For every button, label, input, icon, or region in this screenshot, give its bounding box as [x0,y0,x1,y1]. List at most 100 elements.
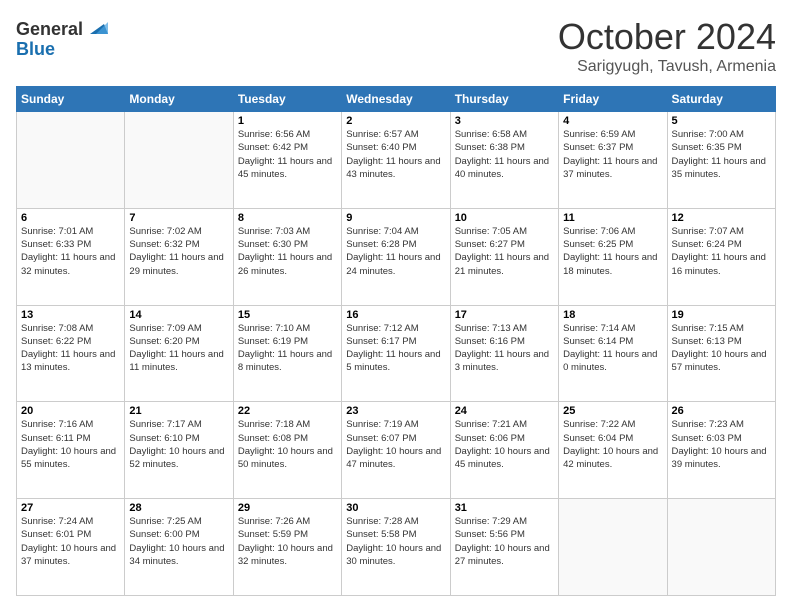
day-number: 30 [346,502,445,514]
day-detail: Sunrise: 7:25 AMSunset: 6:00 PMDaylight:… [129,515,228,568]
calendar-cell: 21Sunrise: 7:17 AMSunset: 6:10 PMDayligh… [125,402,233,499]
day-detail: Sunrise: 7:24 AMSunset: 6:01 PMDaylight:… [21,515,120,568]
day-detail: Sunrise: 6:59 AMSunset: 6:37 PMDaylight:… [563,128,662,181]
day-detail: Sunrise: 6:56 AMSunset: 6:42 PMDaylight:… [238,128,337,181]
day-detail: Sunrise: 7:21 AMSunset: 6:06 PMDaylight:… [455,418,554,471]
day-number: 13 [21,309,120,321]
day-number: 26 [672,405,771,417]
calendar-cell: 15Sunrise: 7:10 AMSunset: 6:19 PMDayligh… [233,305,341,402]
day-number: 5 [672,115,771,127]
day-number: 17 [455,309,554,321]
day-number: 4 [563,115,662,127]
calendar-cell: 3Sunrise: 6:58 AMSunset: 6:38 PMDaylight… [450,112,558,209]
calendar-cell: 22Sunrise: 7:18 AMSunset: 6:08 PMDayligh… [233,402,341,499]
calendar-cell: 29Sunrise: 7:26 AMSunset: 5:59 PMDayligh… [233,499,341,596]
col-sunday: Sunday [17,87,125,112]
calendar-week-4: 27Sunrise: 7:24 AMSunset: 6:01 PMDayligh… [17,499,776,596]
day-number: 16 [346,309,445,321]
calendar-cell: 23Sunrise: 7:19 AMSunset: 6:07 PMDayligh… [342,402,450,499]
day-number: 22 [238,405,337,417]
day-detail: Sunrise: 7:29 AMSunset: 5:56 PMDaylight:… [455,515,554,568]
day-number: 27 [21,502,120,514]
day-detail: Sunrise: 7:13 AMSunset: 6:16 PMDaylight:… [455,322,554,375]
day-number: 9 [346,212,445,224]
calendar-cell: 18Sunrise: 7:14 AMSunset: 6:14 PMDayligh… [559,305,667,402]
day-detail: Sunrise: 7:14 AMSunset: 6:14 PMDaylight:… [563,322,662,375]
calendar-cell [559,499,667,596]
calendar-cell: 1Sunrise: 6:56 AMSunset: 6:42 PMDaylight… [233,112,341,209]
calendar-cell: 31Sunrise: 7:29 AMSunset: 5:56 PMDayligh… [450,499,558,596]
logo-blue: Blue [16,40,108,60]
calendar-cell: 7Sunrise: 7:02 AMSunset: 6:32 PMDaylight… [125,208,233,305]
calendar-cell: 30Sunrise: 7:28 AMSunset: 5:58 PMDayligh… [342,499,450,596]
calendar-cell: 13Sunrise: 7:08 AMSunset: 6:22 PMDayligh… [17,305,125,402]
day-detail: Sunrise: 7:07 AMSunset: 6:24 PMDaylight:… [672,225,771,278]
logo: General Blue [16,16,108,60]
calendar-header-row: Sunday Monday Tuesday Wednesday Thursday… [17,87,776,112]
calendar-cell: 10Sunrise: 7:05 AMSunset: 6:27 PMDayligh… [450,208,558,305]
day-number: 12 [672,212,771,224]
calendar-cell: 2Sunrise: 6:57 AMSunset: 6:40 PMDaylight… [342,112,450,209]
day-detail: Sunrise: 7:02 AMSunset: 6:32 PMDaylight:… [129,225,228,278]
calendar-cell [667,499,775,596]
col-wednesday: Wednesday [342,87,450,112]
day-number: 10 [455,212,554,224]
col-tuesday: Tuesday [233,87,341,112]
col-saturday: Saturday [667,87,775,112]
location: Sarigyugh, Tavush, Armenia [558,58,776,76]
day-number: 3 [455,115,554,127]
day-number: 8 [238,212,337,224]
calendar-cell: 19Sunrise: 7:15 AMSunset: 6:13 PMDayligh… [667,305,775,402]
day-detail: Sunrise: 7:09 AMSunset: 6:20 PMDaylight:… [129,322,228,375]
day-number: 23 [346,405,445,417]
day-detail: Sunrise: 7:04 AMSunset: 6:28 PMDaylight:… [346,225,445,278]
calendar-cell [125,112,233,209]
day-detail: Sunrise: 7:19 AMSunset: 6:07 PMDaylight:… [346,418,445,471]
day-number: 6 [21,212,120,224]
col-thursday: Thursday [450,87,558,112]
day-number: 7 [129,212,228,224]
month-title: October 2024 [558,16,776,58]
calendar-cell: 6Sunrise: 7:01 AMSunset: 6:33 PMDaylight… [17,208,125,305]
day-detail: Sunrise: 7:03 AMSunset: 6:30 PMDaylight:… [238,225,337,278]
day-number: 20 [21,405,120,417]
day-number: 2 [346,115,445,127]
day-detail: Sunrise: 7:08 AMSunset: 6:22 PMDaylight:… [21,322,120,375]
calendar-cell: 5Sunrise: 7:00 AMSunset: 6:35 PMDaylight… [667,112,775,209]
day-detail: Sunrise: 7:05 AMSunset: 6:27 PMDaylight:… [455,225,554,278]
calendar-cell: 20Sunrise: 7:16 AMSunset: 6:11 PMDayligh… [17,402,125,499]
calendar-cell: 17Sunrise: 7:13 AMSunset: 6:16 PMDayligh… [450,305,558,402]
day-detail: Sunrise: 7:00 AMSunset: 6:35 PMDaylight:… [672,128,771,181]
day-number: 24 [455,405,554,417]
calendar-cell: 26Sunrise: 7:23 AMSunset: 6:03 PMDayligh… [667,402,775,499]
title-block: October 2024 Sarigyugh, Tavush, Armenia [558,16,776,76]
day-number: 28 [129,502,228,514]
calendar-week-3: 20Sunrise: 7:16 AMSunset: 6:11 PMDayligh… [17,402,776,499]
page-header: General Blue October 2024 Sarigyugh, Tav… [16,16,776,76]
day-detail: Sunrise: 7:06 AMSunset: 6:25 PMDaylight:… [563,225,662,278]
day-number: 18 [563,309,662,321]
day-detail: Sunrise: 6:58 AMSunset: 6:38 PMDaylight:… [455,128,554,181]
day-detail: Sunrise: 7:22 AMSunset: 6:04 PMDaylight:… [563,418,662,471]
calendar-cell: 4Sunrise: 6:59 AMSunset: 6:37 PMDaylight… [559,112,667,209]
day-detail: Sunrise: 7:01 AMSunset: 6:33 PMDaylight:… [21,225,120,278]
calendar-cell: 25Sunrise: 7:22 AMSunset: 6:04 PMDayligh… [559,402,667,499]
day-detail: Sunrise: 7:18 AMSunset: 6:08 PMDaylight:… [238,418,337,471]
calendar-cell: 14Sunrise: 7:09 AMSunset: 6:20 PMDayligh… [125,305,233,402]
day-number: 31 [455,502,554,514]
day-number: 15 [238,309,337,321]
col-monday: Monday [125,87,233,112]
day-detail: Sunrise: 7:23 AMSunset: 6:03 PMDaylight:… [672,418,771,471]
col-friday: Friday [559,87,667,112]
day-number: 1 [238,115,337,127]
calendar-week-0: 1Sunrise: 6:56 AMSunset: 6:42 PMDaylight… [17,112,776,209]
day-number: 29 [238,502,337,514]
logo-icon [86,16,108,38]
day-detail: Sunrise: 7:26 AMSunset: 5:59 PMDaylight:… [238,515,337,568]
day-detail: Sunrise: 7:15 AMSunset: 6:13 PMDaylight:… [672,322,771,375]
calendar-cell: 8Sunrise: 7:03 AMSunset: 6:30 PMDaylight… [233,208,341,305]
calendar-cell: 28Sunrise: 7:25 AMSunset: 6:00 PMDayligh… [125,499,233,596]
day-number: 11 [563,212,662,224]
day-number: 14 [129,309,228,321]
calendar-cell: 27Sunrise: 7:24 AMSunset: 6:01 PMDayligh… [17,499,125,596]
